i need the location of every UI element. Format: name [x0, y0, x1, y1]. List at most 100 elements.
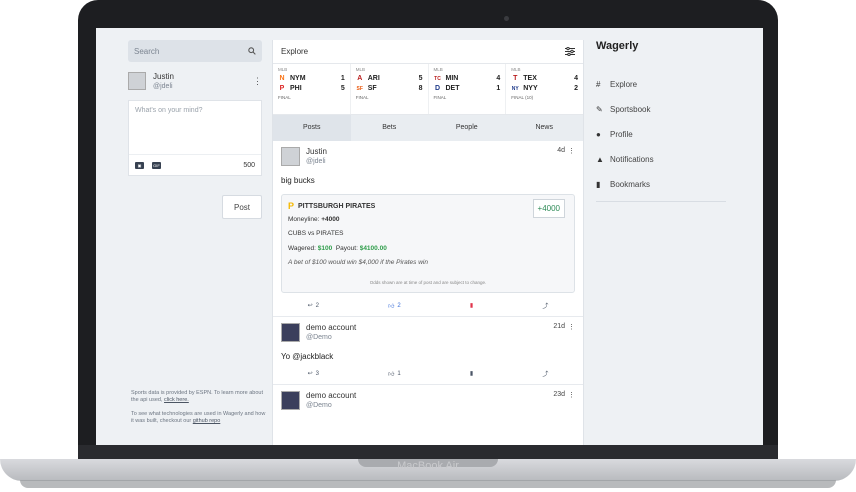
app-screen: Search Justin @jdeli ⋮ What's on your mi… [96, 28, 763, 445]
wagered-label: Wagered: [288, 245, 318, 252]
odds-badge[interactable]: +4000 [532, 199, 565, 218]
sidebar-item-sportsbook[interactable]: ✎ Sportsbook [596, 97, 726, 122]
right-sidebar: Wagerly # Explore ✎ Sportsbook ● Profile ▲ N… [596, 40, 726, 202]
api-link[interactable]: click here. [164, 397, 189, 403]
post-button[interactable]: Post [222, 195, 262, 219]
search-bar[interactable]: Search [128, 40, 262, 62]
post-text: Yo @jackblack [281, 352, 334, 361]
sidebar-item-profile[interactable]: ● Profile [596, 122, 726, 147]
avatar[interactable] [281, 147, 300, 166]
more-options-icon[interactable]: ⋮ [253, 76, 262, 87]
camera [504, 16, 509, 21]
gif-icon[interactable]: GIF [152, 161, 161, 169]
user-card[interactable]: Justin @jdeli ⋮ [128, 72, 262, 90]
reply-button[interactable]: ↩ 2 [308, 301, 319, 310]
league-label: MLB [355, 67, 366, 72]
bet-team: PITTSBURGH PIRATES [298, 202, 376, 210]
reply-button[interactable]: ↩ 3 [308, 369, 319, 378]
phillies-logo-icon: P [279, 85, 285, 92]
feed-post[interactable]: Justin @jdeli 4d ⋮ big bucks P PITTSBURGH… [273, 141, 583, 317]
feed-post[interactable]: demo account @Demo 23d ⋮ [273, 385, 583, 410]
bookmark-icon: ▮ [469, 303, 474, 309]
sidebar-item-label: Bookmarks [610, 180, 651, 189]
post-time: 4d [557, 147, 565, 154]
post-author[interactable]: demo account [306, 391, 553, 400]
sidebar-item-notifications[interactable]: ▲ Notifications [596, 147, 726, 172]
post-time: 23d [553, 391, 565, 398]
share-button[interactable]: ⤴ [542, 369, 548, 378]
game-status: FINAL [433, 95, 447, 100]
odds-disclaimer: Odds shown are at time of post and are s… [369, 280, 487, 285]
game-card[interactable]: MLB TC MIN 4 D DET 1 FINAL [429, 64, 507, 114]
team-score: 4 [496, 75, 501, 82]
sidebar-nav: # Explore ✎ Sportsbook ● Profile ▲ Notificat… [596, 72, 726, 197]
rangers-logo-icon: T [513, 75, 518, 82]
tab-people[interactable]: People [428, 115, 506, 141]
share-icon: ⤴ [542, 372, 549, 378]
like-button[interactable]: 👍︎ 2 [388, 301, 401, 310]
twins-logo-icon: TC [434, 75, 441, 82]
post-author[interactable]: demo account [306, 323, 553, 332]
post-actions: ↩ 2 👍︎ 2 ▮ ⤴ [273, 293, 583, 316]
bookmark-button[interactable]: ▮ [470, 301, 473, 310]
search-input[interactable]: Search [134, 47, 159, 56]
scoreboard: MLB N NYM 1 P PHI 5 FINAL MLB A ARI 5 SF SF 8 FI… [273, 64, 583, 115]
feed-post[interactable]: demo account @Demo 21d ⋮ Yo @jackblack ↩… [273, 317, 583, 385]
team-abbr: MIN [445, 75, 459, 82]
reply-count: 2 [315, 302, 319, 309]
filter-icon[interactable] [565, 47, 575, 56]
sidebar-item-bookmarks[interactable]: ▮ Bookmarks [596, 172, 726, 197]
tab-posts[interactable]: Posts [273, 115, 351, 141]
hash-icon: # [596, 80, 601, 89]
post-handle: @Demo [306, 402, 332, 409]
payout-label: Payout: [335, 245, 360, 252]
github-link[interactable]: github repo [193, 418, 221, 424]
app-title[interactable]: Wagerly [596, 40, 726, 54]
team-score: 8 [418, 85, 423, 92]
more-options-icon[interactable]: ⋮ [568, 147, 575, 166]
post-handle: @Demo [306, 334, 332, 341]
sidebar-item-explore[interactable]: # Explore [596, 72, 726, 97]
more-options-icon[interactable]: ⋮ [568, 323, 575, 342]
game-card[interactable]: MLB A ARI 5 SF SF 8 FINAL [351, 64, 429, 114]
bookmark-icon: ▮ [469, 371, 474, 377]
team-abbr: PHI [290, 85, 302, 92]
tab-bets[interactable]: Bets [351, 115, 429, 141]
yankees-logo-icon: NY [511, 85, 519, 92]
pirates-logo-icon: P [288, 201, 295, 211]
device-brand: MacBook Air [397, 460, 459, 472]
team-score: 1 [340, 75, 345, 82]
bookmark-button[interactable]: ▮ [470, 369, 473, 378]
feed-header: Explore [273, 40, 583, 64]
moneyline: Moneyline: +4000 [288, 216, 340, 223]
reply-icon: ↩ [307, 303, 313, 309]
more-options-icon[interactable]: ⋮ [568, 391, 575, 410]
avatar[interactable] [281, 391, 300, 410]
share-button[interactable]: ⤴ [542, 301, 548, 310]
footnote-text-1: Sports data is provided by ESPN. To lear… [131, 390, 263, 403]
search-icon [248, 47, 256, 55]
game-card[interactable]: MLB T TEX 4 NY NYY 2 FINAL (10) [506, 64, 583, 114]
post-composer[interactable]: What's on your mind? ▣ GIF 500 [128, 100, 262, 176]
avatar[interactable] [281, 323, 300, 342]
composer-input[interactable]: What's on your mind? [135, 107, 202, 114]
like-button[interactable]: 👍︎ 1 [388, 369, 401, 378]
post-time: 21d [553, 323, 565, 330]
bet-card[interactable]: P PITTSBURGH PIRATES +4000 Moneyline: +40… [281, 194, 575, 293]
tab-news[interactable]: News [506, 115, 584, 141]
game-card[interactable]: MLB N NYM 1 P PHI 5 FINAL [273, 64, 351, 114]
game-status: FINAL [278, 95, 291, 100]
page-title: Explore [281, 47, 309, 56]
mets-logo-icon: N [279, 75, 285, 82]
footnote: Sports data is provided by ESPN. To lear… [131, 390, 266, 425]
image-icon[interactable]: ▣ [135, 161, 144, 169]
team-score: 2 [574, 85, 578, 92]
game-status: FINAL [355, 95, 369, 100]
team-abbr: SF [367, 85, 377, 92]
thumbs-up-icon: 👍︎ [388, 371, 395, 378]
team-score: 1 [496, 85, 501, 92]
user-icon: ● [596, 130, 601, 139]
post-author[interactable]: Justin [306, 147, 557, 156]
wagered-value: $100 [317, 245, 333, 252]
post-text: big bucks [281, 176, 315, 185]
